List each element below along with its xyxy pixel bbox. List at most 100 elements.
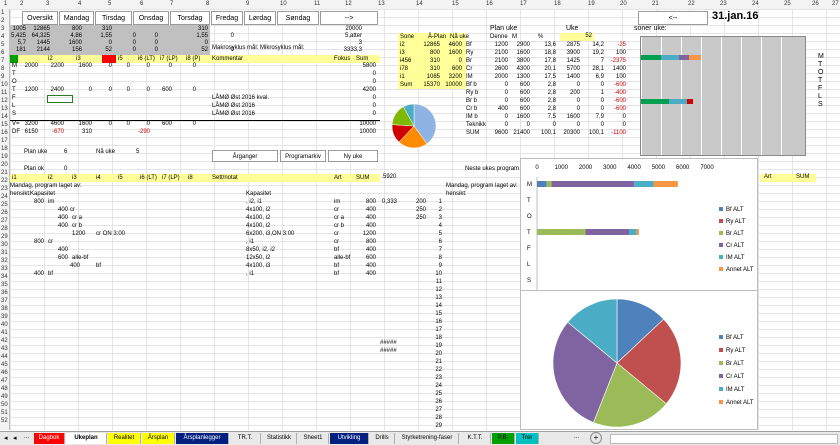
- program-note[interactable]: , i2, i1: [246, 199, 262, 206]
- program-b[interactable]: 400: [58, 215, 68, 222]
- plan-uke-cell: Cr: [466, 66, 473, 72]
- program-note[interactable]: , i1: [246, 239, 254, 246]
- program-b[interactable]: cr: [48, 239, 53, 246]
- plan-value-cell[interactable]: 0: [72, 87, 92, 94]
- plan-value-cell[interactable]: 1200: [18, 87, 38, 94]
- program-art[interactable]: bf: [334, 247, 339, 254]
- ny-uke-button[interactable]: Ny uke: [328, 150, 378, 162]
- program-art[interactable]: cr: [334, 239, 339, 246]
- program-b[interactable]: bf: [48, 271, 53, 278]
- program-a[interactable]: 800: [22, 199, 44, 206]
- plan-comment[interactable]: LÅMØ Øst 2016: [212, 103, 255, 110]
- program-c[interactable]: 400: [70, 263, 80, 270]
- plan-comment[interactable]: LÅMØ Øst 2016 kval.: [212, 95, 269, 102]
- program-c[interactable]: alle-bf: [72, 255, 88, 262]
- plan-uke-cell: 0: [600, 82, 604, 88]
- program-note[interactable]: 4x100, i2: [246, 207, 270, 214]
- program-note[interactable]: 4x100, i2: [246, 223, 270, 230]
- program-note[interactable]: 4x100, i3: [246, 263, 270, 270]
- summary-cell: 1600: [68, 40, 82, 46]
- plan-value-cell[interactable]: 0: [152, 63, 172, 70]
- summary-cell: 1445: [36, 40, 50, 46]
- sheet-tab-utvikling[interactable]: Utvikling: [330, 433, 369, 444]
- nav-next-button[interactable]: -->: [320, 11, 378, 25]
- sheet-tab-rsplan[interactable]: Årsplan: [142, 433, 175, 444]
- selected-cell[interactable]: [47, 95, 73, 103]
- nav-tirsdag-button[interactable]: Tirsdag: [95, 11, 132, 25]
- arganger-button[interactable]: Årganger: [212, 150, 278, 162]
- program-note[interactable]: 4x100, i2: [246, 215, 270, 222]
- plan-value-cell[interactable]: 0: [92, 87, 112, 94]
- plan-value-cell[interactable]: 2400: [44, 87, 64, 94]
- nav-fredag-button[interactable]: Fredag: [211, 11, 243, 25]
- program-art[interactable]: im: [334, 199, 340, 206]
- nav-torsdag-button[interactable]: Torsdag: [170, 11, 210, 25]
- program-art[interactable]: alle-bf: [334, 255, 350, 262]
- program-d[interactable]: cr ON 3:00: [96, 231, 125, 238]
- plan-value-cell[interactable]: 0: [110, 87, 130, 94]
- plan-comment[interactable]: LÅMØ Øst 2016: [212, 111, 255, 118]
- program-a[interactable]: 800: [22, 239, 44, 246]
- sheet-tab-styrketreningfaser[interactable]: Styrketrening-faser: [396, 433, 459, 444]
- plan-value-cell[interactable]: 0: [92, 63, 112, 70]
- plan-value-cell[interactable]: 2200: [44, 63, 64, 70]
- program-b[interactable]: 400: [58, 207, 68, 214]
- program-art[interactable]: bf: [334, 271, 339, 278]
- tab-more-left[interactable]: ...: [24, 434, 29, 440]
- sheet-tab-dagbok[interactable]: Dagbok: [34, 433, 65, 444]
- plan-value-cell[interactable]: 0: [176, 87, 196, 94]
- plan-value-cell[interactable]: 0: [176, 63, 196, 70]
- summary-cell: 181: [15, 47, 26, 53]
- nav-prev-button[interactable]: <--: [638, 11, 708, 25]
- program-art[interactable]: cr: [334, 231, 339, 238]
- sheet-tab-pb[interactable]: P.B.: [492, 433, 515, 444]
- program-note[interactable]: , i1: [246, 271, 254, 278]
- plan-day-label: O: [12, 79, 17, 85]
- sheet-tab-trer[interactable]: Trer: [516, 433, 539, 444]
- sheet-tab-rsplanlegger[interactable]: Årsplanlegger: [176, 433, 229, 444]
- df-row-cell: 310: [81, 129, 92, 135]
- program-b[interactable]: 600: [58, 255, 68, 262]
- program-b[interactable]: 400: [58, 247, 68, 254]
- programarkiv-button[interactable]: Programarkiv: [280, 150, 326, 162]
- program-art[interactable]: cr b: [334, 223, 344, 230]
- sheet-tab-ukeplan[interactable]: Ukeplan: [66, 433, 107, 444]
- nav-oversikt-button[interactable]: Oversikt: [22, 11, 58, 25]
- nav-lordag-button[interactable]: Lørdag: [244, 11, 276, 25]
- tab-first-icon[interactable]: ◂: [4, 434, 8, 442]
- sheet-tab-realitet[interactable]: Realitet: [108, 433, 141, 444]
- program-c[interactable]: cr a: [72, 215, 82, 222]
- nav-onsdag-button[interactable]: Onsdag: [133, 11, 169, 25]
- nav-sondag-button[interactable]: Søndag: [277, 11, 319, 25]
- sheet-tab-drills[interactable]: Drills: [370, 433, 395, 444]
- program-c[interactable]: cr b: [72, 223, 82, 230]
- plan-value-cell[interactable]: 2000: [18, 63, 38, 70]
- program-art[interactable]: cr a: [334, 215, 344, 222]
- program-note[interactable]: 8x50, i2, i2: [246, 247, 275, 254]
- plan-value-cell[interactable]: 0: [130, 87, 150, 94]
- sheet-tab-statistikk[interactable]: Statistikk: [262, 433, 297, 444]
- sheet-tab-ktt[interactable]: K.T.T.: [460, 433, 491, 444]
- sheet-tab-trt[interactable]: TR.T.: [230, 433, 261, 444]
- program-note[interactable]: 12x50, i2: [246, 255, 270, 262]
- sheet-tab-sheet1[interactable]: Sheet1: [298, 433, 329, 444]
- program-b[interactable]: im: [48, 199, 54, 206]
- program-note[interactable]: 6x200, i3,ON 3:00: [246, 231, 294, 238]
- program-art[interactable]: cr: [334, 207, 339, 214]
- program-c[interactable]: cr: [70, 207, 75, 214]
- program-c[interactable]: 1200: [72, 231, 85, 238]
- tab-prev-icon[interactable]: ◂: [13, 434, 17, 442]
- add-sheet-icon[interactable]: +: [590, 432, 602, 444]
- nav-mandag-button[interactable]: Mandag: [59, 11, 94, 25]
- plan-value-cell[interactable]: 1600: [72, 63, 92, 70]
- tab-more-right[interactable]: ...: [574, 434, 579, 440]
- plan-value-cell[interactable]: 0: [110, 63, 130, 70]
- program-b[interactable]: 400: [58, 223, 68, 230]
- horizontal-scrollbar[interactable]: [610, 434, 838, 444]
- plan-value-cell[interactable]: 0: [130, 63, 150, 70]
- program-index: 22: [435, 367, 442, 373]
- program-d[interactable]: bf: [96, 263, 101, 270]
- program-art[interactable]: bf: [334, 263, 339, 270]
- plan-value-cell[interactable]: 600: [152, 87, 172, 94]
- program-a[interactable]: 400: [22, 271, 44, 278]
